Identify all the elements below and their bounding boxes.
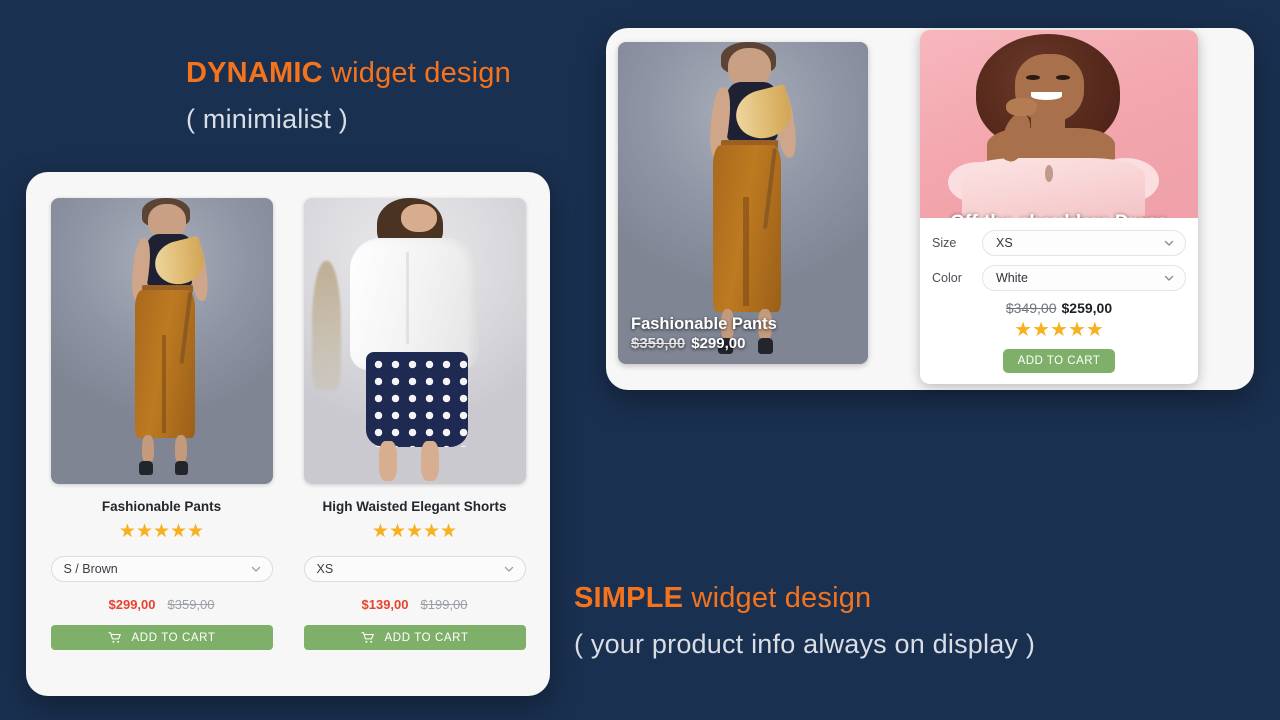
color-select[interactable]: White [982,265,1186,291]
rating-stars: ★★★★★ [118,521,205,542]
dress-product-title: Off-the-shoulders Dress [920,212,1198,218]
dried-plant-prop [312,260,342,390]
dress-rating-stars: ★★★★★ [1014,319,1104,341]
overlay-price-row: $359,00 $299,00 [631,335,858,352]
dynamic-tagline-strong: DYNAMIC [186,57,323,89]
color-option-row: Color White [932,265,1186,291]
model-eye-left [1025,75,1040,80]
overlay-sale-price: $299,00 [691,335,746,352]
dynamic-tagline: DYNAMIC widget design ( minimialist ) [186,55,511,137]
model-head [401,203,437,233]
model-head [148,203,186,239]
simple-widget-card: Fashionable Pants ★★★★★ S / Brown $299,0… [26,172,550,696]
model-hand [1006,97,1037,117]
price-row: $139,00 $199,00 [362,597,468,612]
sale-price: $299,00 [108,597,156,612]
simple-tagline-rest: widget design [683,582,872,614]
product-title: Fashionable Pants [101,499,222,514]
add-to-cart-label: ADD TO CART [384,631,469,644]
dress-cart-row: ADD TO CART [932,349,1186,373]
color-option-label: Color [932,271,962,285]
simple-tagline-sub: ( your product info always on display ) [574,629,1036,660]
size-option-row: Size XS [932,230,1186,256]
blouse-placket [405,252,410,344]
model-ankle-left [141,435,154,464]
color-select-value: White [996,271,1028,285]
dynamic-tagline-headline: DYNAMIC widget design [186,55,511,91]
model-leg-left [378,441,397,482]
chevron-down-icon [251,566,260,572]
product-image-high-waisted-elegant-shorts[interactable] [303,198,526,484]
product-card-fashionable-pants[interactable]: Fashionable Pants ★★★★★ S / Brown $299,0… [44,198,279,674]
product-title: High Waisted Elegant Shorts [322,499,507,514]
dress-original-price: $349,00 [1005,300,1057,316]
size-select[interactable]: XS [982,230,1186,256]
price-row: $299,00 $359,00 [109,597,215,612]
add-to-cart-button-off-the-shoulders-dress[interactable]: ADD TO CART [1002,349,1116,373]
white-blouse [350,238,479,370]
model-leg-right [421,441,439,482]
variant-select-high-waisted-elegant-shorts[interactable]: XS [303,556,526,582]
original-price: $359,00 [167,597,215,612]
overlay-product-title: Fashionable Pants [631,315,777,333]
dress-product-image[interactable]: Off-the-shoulders Dress [920,30,1198,218]
model-shoe-left [139,461,153,476]
size-select-value: XS [996,236,1013,250]
variant-select-value: XS [316,562,334,576]
model-eye-right [1056,75,1071,80]
rating-stars: ★★★★★ [371,521,458,542]
pink-dress [961,157,1146,218]
pants-seam [161,335,167,433]
variant-select-fashionable-pants[interactable]: S / Brown [50,556,273,582]
simple-tagline-strong: SIMPLE [574,582,684,614]
chevron-down-icon [504,566,513,572]
dress-sale-price: $259,00 [1061,300,1113,316]
dress-panel-body: Size XS Color White $349,00 $259,00 ★★★★★ [920,218,1198,383]
pants-seam [743,196,749,307]
dress-price-row: $349,00 $259,00 [932,300,1186,316]
model-ankle-right [174,435,188,464]
size-option-label: Size [932,236,957,250]
polka-dot-shorts [365,352,468,447]
sale-price: $139,00 [361,597,409,612]
shopping-cart-icon [360,631,374,643]
dynamic-product-panel-off-the-shoulders-dress: Off-the-shoulders Dress Size XS Color Wh… [920,30,1198,384]
simple-tagline: SIMPLE widget design ( your product info… [574,580,1035,662]
dynamic-tagline-rest: widget design [322,57,511,89]
dynamic-product-image-fashionable-pants[interactable]: Fashionable Pants $359,00 $299,00 [618,42,868,364]
overlay-original-price: $359,00 [631,335,686,352]
product-image-fashionable-pants[interactable] [50,198,273,484]
simple-tagline-headline: SIMPLE widget design [574,580,1035,616]
add-to-cart-button-high-waisted-elegant-shorts[interactable]: ADD TO CART [303,625,526,650]
chevron-down-icon [1164,240,1174,246]
image-price-overlay: Fashionable Pants $359,00 $299,00 [631,315,858,352]
model-shoe-right [174,461,189,476]
variant-select-value: S / Brown [63,562,118,576]
add-to-cart-label: ADD TO CART [131,631,216,644]
add-to-cart-label: ADD TO CART [1017,355,1101,367]
chevron-down-icon [1164,275,1174,281]
shopping-cart-icon [107,631,121,643]
dynamic-tagline-sub: ( minimialist ) [186,104,348,135]
original-price: $199,00 [420,597,468,612]
product-card-high-waisted-elegant-shorts[interactable]: High Waisted Elegant Shorts ★★★★★ XS $13… [297,198,532,674]
polka-dot-pattern [365,352,468,447]
add-to-cart-button-fashionable-pants[interactable]: ADD TO CART [50,625,273,650]
